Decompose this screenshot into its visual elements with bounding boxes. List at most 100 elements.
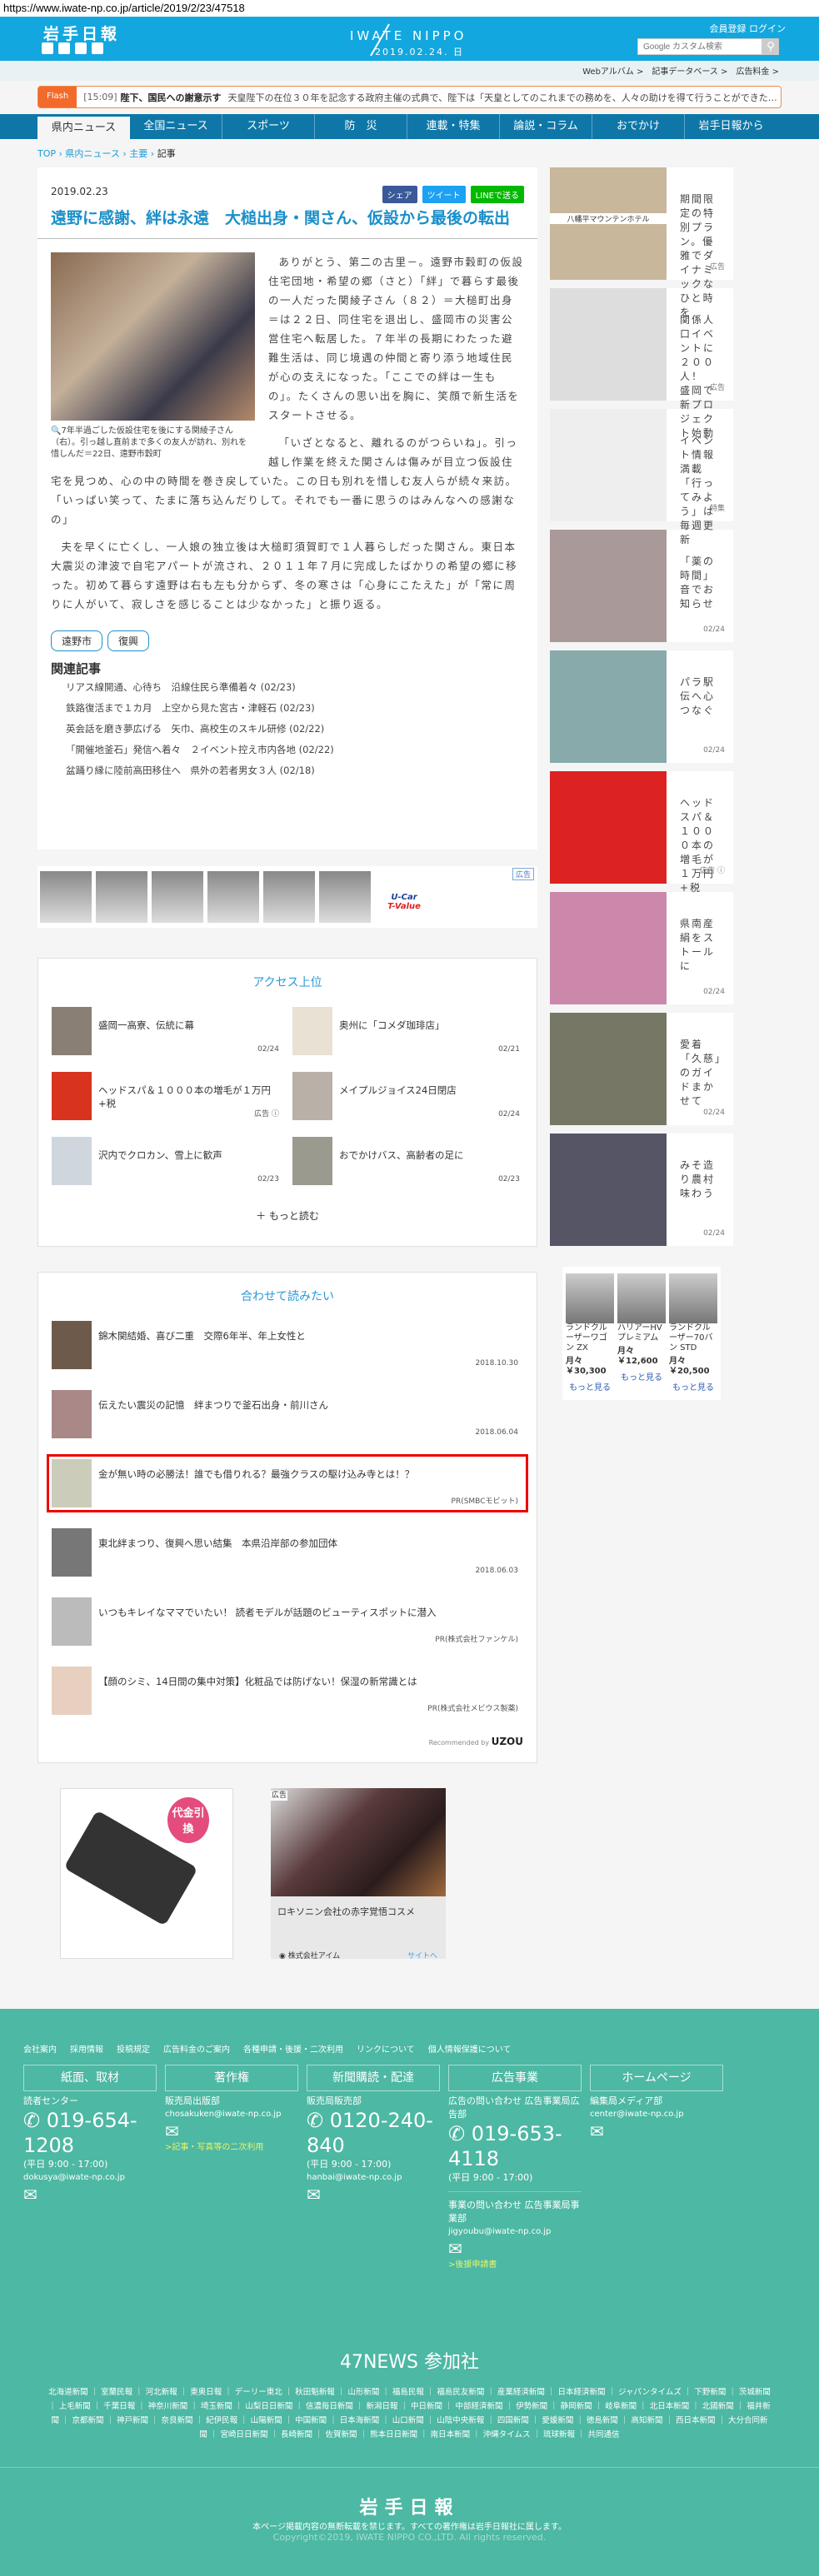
sidebar-card[interactable]: 関係人口イベントに２００人！ 盛岡で新プロジェクト始動 広告 [550, 288, 733, 439]
item-title[interactable]: おでかけバス、高齢者の足に [339, 1148, 464, 1185]
thumbnail[interactable] [292, 1007, 332, 1055]
recommend-item[interactable]: 伝えたい震災の記憶 絆まつりで釜石出身・前川さん 2018.06.04 [52, 1390, 523, 1438]
car-image[interactable] [566, 1273, 614, 1323]
footer-link[interactable]: 広告料金のご案内 [163, 2042, 230, 2055]
email[interactable]: hanbai@iwate-np.co.jp [307, 2171, 440, 2185]
recommend-item[interactable]: 【顔のシミ、14日間の集中対策】化粧品では防げない！保湿の新常識とは PR(株式会… [52, 1667, 523, 1715]
thumbnail[interactable] [52, 1321, 92, 1369]
thumbnail[interactable] [550, 892, 667, 1004]
car-image[interactable] [40, 871, 92, 923]
nav-item[interactable]: 岩手日報から [685, 114, 777, 139]
thumbnail[interactable] [550, 1134, 667, 1246]
wallet-ad[interactable]: 代金引換 [60, 1788, 233, 1959]
footer-sublink[interactable]: >後援申請書 [448, 2259, 582, 2272]
recommend-item[interactable]: いつもキレイなママでいたい！ 読者モデルが話題のビューティスポットに潜入 PR(株… [52, 1597, 523, 1646]
footer-link[interactable]: 採用情報 [70, 2042, 103, 2055]
nav-item[interactable]: 連載・特集 [407, 114, 500, 139]
ranking-item[interactable]: おでかけバス、高齢者の足に 02/23 [292, 1137, 523, 1185]
car-item[interactable]: ランドクルーザー70バン STD 月々 ￥20,500 もっと見る [669, 1273, 717, 1393]
line-share-button[interactable]: LINEで送る [470, 186, 524, 203]
thumbnail[interactable] [550, 409, 667, 521]
thumbnail[interactable] [52, 1597, 92, 1646]
sidebar-card[interactable]: 八幡平マウンテンホテル 期間限定の特別プラン。優雅でダイナミックなひと時を 広告 [550, 167, 733, 318]
car-image[interactable] [319, 871, 371, 923]
site-logo[interactable]: 岩手日報 [43, 22, 120, 44]
car-image[interactable] [617, 1273, 666, 1323]
footer-link[interactable]: 会社案内 [23, 2042, 57, 2055]
card-title[interactable]: 県南産絹をストールに [680, 917, 725, 974]
nav-item[interactable]: 県内ニュース [37, 117, 130, 139]
tag-link[interactable]: 復興 [107, 630, 150, 651]
nav-item[interactable]: 防 災 [315, 114, 407, 139]
tag-link[interactable]: 遠野市 [51, 630, 103, 651]
recommend-item[interactable]: 錦木関結婚、喜び二重 交際6年半、年上女性と 2018.10.30 [52, 1321, 523, 1369]
footer-link[interactable]: 各種申請・後援・二次利用 [243, 2042, 343, 2055]
sidebar-card[interactable]: 「薬の時間」音でお知らせ 02/24 [550, 530, 733, 642]
thumbnail[interactable]: 八幡平マウンテンホテル [550, 167, 667, 280]
recommend-item[interactable]: 金が無い時の必勝法！誰でも借りれる？最強クラスの駆け込み寺とは！？ PR(SMBC… [47, 1454, 528, 1512]
thumbnail[interactable] [52, 1007, 92, 1055]
car-image[interactable] [96, 871, 147, 923]
crumb-link[interactable]: 県内ニュース [65, 148, 119, 159]
sidebar-card[interactable]: ヘッドスパ＆１０００本の増毛が１万円+税 広告 ⓘ [550, 771, 733, 894]
thumbnail[interactable] [52, 1667, 92, 1715]
card-title[interactable]: ヘッドスパ＆１０００本の増毛が１万円+税 [680, 796, 725, 895]
ranking-item[interactable]: ヘッドスパ＆１０００本の増毛が１万円+税 広告 ⓘ [52, 1072, 282, 1120]
thumbnail[interactable] [292, 1072, 332, 1120]
item-title[interactable]: 沢内でクロカン、雪上に歓声 [98, 1148, 222, 1185]
register-link[interactable]: 会員登録 [710, 23, 747, 34]
sidebar-car-ad[interactable]: ランドクルーザーワゴン ZX 月々 ￥30,300 もっと見る ハリアーHV プレミア… [562, 1267, 721, 1400]
ranking-item[interactable]: メイプルジョイス24日閉店 02/24 [292, 1072, 523, 1120]
more-link[interactable]: もっと見る [566, 1383, 614, 1393]
item-title[interactable]: 東北絆まつり、復興へ思い結集 本県沿岸部の参加団体 [98, 1537, 337, 1577]
mail-icon[interactable]: ✉ [165, 2121, 298, 2141]
footer-link[interactable]: 投稿規定 [117, 2042, 150, 2055]
related-link[interactable]: 「開催地釜石」発信へ着々 ２イベント控え市内各地 (02/22) [51, 740, 524, 760]
thumbnail[interactable] [292, 1137, 332, 1185]
email[interactable]: dokusya@iwate-np.co.jp [23, 2171, 157, 2185]
thumbnail[interactable] [52, 1390, 92, 1438]
ranking-item[interactable]: 盛岡一高寮、伝統に幕 02/24 [52, 1007, 282, 1055]
more-link[interactable]: もっと見る [617, 1373, 666, 1383]
mail-icon[interactable]: ✉ [590, 2121, 723, 2141]
nav-item[interactable]: 全国ニュース [130, 114, 222, 139]
thumbnail[interactable] [52, 1528, 92, 1577]
item-title[interactable]: 奥州に「コメダ珈琲店」 [339, 1019, 445, 1055]
tweet-button[interactable]: ツイート [422, 186, 466, 203]
search-button[interactable]: ⚲ [762, 38, 779, 55]
car-image[interactable] [207, 871, 259, 923]
thumbnail[interactable] [52, 1459, 92, 1507]
recommend-item[interactable]: 東北絆まつり、復興へ思い結集 本県沿岸部の参加団体 2018.06.03 [52, 1528, 523, 1577]
nav-item[interactable]: 論説・コラム [500, 114, 592, 139]
related-link[interactable]: リアス線開通、心待ち 沿線住民ら準備着々 (02/23) [51, 677, 524, 698]
card-title[interactable]: 愛着「久慈」のガイドまかせて [680, 1038, 725, 1109]
sidebar-card[interactable]: みそ造り農村味わう 02/24 [550, 1134, 733, 1246]
ranking-item[interactable]: 沢内でクロカン、雪上に歓声 02/23 [52, 1137, 282, 1185]
column-heading[interactable]: 著作権 [165, 2065, 298, 2091]
footer-link[interactable]: 個人情報保護について [428, 2042, 512, 2055]
photo-image[interactable] [51, 252, 255, 421]
email[interactable]: center@iwate-np.co.jp [590, 2108, 723, 2121]
nav-item[interactable]: おでかけ [592, 114, 685, 139]
related-link[interactable]: 盆踊り縁に陸前高田移住へ 県外の若者男女３人 (02/18) [51, 760, 524, 781]
card-title[interactable]: パラ駅伝へ心つなぐ [680, 675, 725, 718]
facebook-icon[interactable] [58, 42, 70, 54]
url-bar[interactable]: https://www.iwate-np.co.jp/article/2019/… [0, 0, 819, 17]
related-link[interactable]: 鉄路復活まで１カ月 上空から見た宮古・津軽石 (02/23) [51, 698, 524, 719]
sidebar-card[interactable]: 県南産絹をストールに 02/24 [550, 892, 733, 1004]
flash-ticker[interactable]: Flash [15:09] 陛下、国民への謝意示す 天皇陛下の在位３０年を記念す… [37, 86, 782, 108]
thumbnail[interactable] [550, 1013, 667, 1125]
footer-link[interactable]: リンクについて [357, 2042, 415, 2055]
cosmetic-ad[interactable]: 広告 ロキソニン会社の赤字覚悟コスメ ◉ 株式会社アイム サイトへ [271, 1788, 446, 1961]
column-heading[interactable]: ホームページ [590, 2065, 723, 2091]
sidebar-card[interactable]: イベント情報満載「行ってみよう」は毎週更新 特集 [550, 409, 733, 546]
more-link[interactable]: もっと見る [669, 1383, 717, 1393]
mail-icon[interactable]: ✉ [307, 2185, 440, 2205]
twitter-icon[interactable] [42, 42, 53, 54]
thumbnail[interactable] [550, 288, 667, 401]
item-title[interactable]: 伝えたい震災の記憶 絆まつりで釜石出身・前川さん [98, 1398, 328, 1438]
item-title[interactable]: 盛岡一高寮、伝統に幕 [98, 1019, 194, 1055]
item-title[interactable]: 金が無い時の必勝法！誰でも借りれる？最強クラスの駆け込み寺とは！？ [98, 1467, 414, 1507]
item-title[interactable]: 錦木関結婚、喜び二重 交際6年半、年上女性と [98, 1329, 306, 1369]
thumbnail[interactable] [550, 771, 667, 884]
